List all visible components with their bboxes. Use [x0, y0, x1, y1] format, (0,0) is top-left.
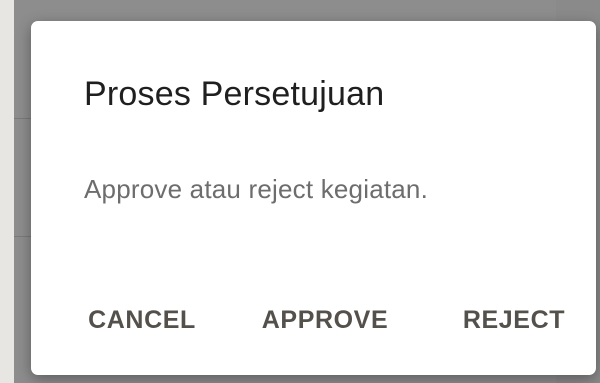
background-edge	[0, 0, 14, 383]
approve-button[interactable]: APPROVE	[245, 297, 405, 343]
cancel-button[interactable]: CANCEL	[73, 297, 211, 343]
dialog-message: Approve atau reject kegiatan.	[84, 174, 429, 204]
reject-button[interactable]: REJECT	[439, 297, 589, 343]
dialog-actions: CANCEL APPROVE REJECT	[31, 297, 596, 343]
dialog-title: Proses Persetujuan	[84, 75, 385, 113]
approval-dialog: Proses Persetujuan Approve atau reject k…	[31, 21, 596, 375]
